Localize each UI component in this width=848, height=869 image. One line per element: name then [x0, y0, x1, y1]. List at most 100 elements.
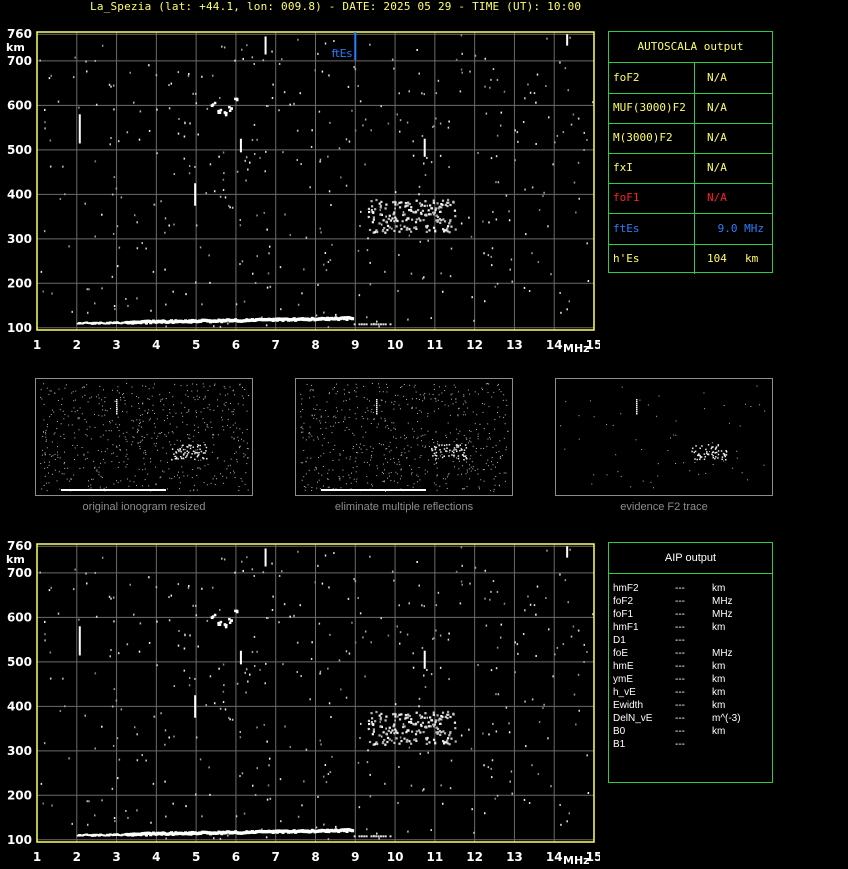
- noise-speck: [535, 142, 537, 145]
- thumb-speck: [71, 410, 73, 412]
- thumb-f-cluster: [711, 446, 713, 448]
- thumb-speck: [217, 457, 219, 459]
- noise-speck: [218, 667, 220, 670]
- noise-speck: [251, 139, 254, 142]
- thumb-speck: [139, 419, 141, 421]
- thumb-speck: [723, 404, 725, 406]
- thumb-speck: [348, 417, 350, 419]
- noise-speck: [49, 651, 52, 654]
- thumbnail-original: [35, 378, 253, 496]
- noise-speck: [340, 176, 342, 179]
- noise-speck: [533, 604, 536, 607]
- noise-speck: [439, 634, 442, 637]
- f-scatter-point: [436, 202, 439, 205]
- thumb-speck: [505, 472, 507, 474]
- thumb-es-trace: [70, 489, 72, 491]
- noise-speck: [408, 90, 411, 93]
- thumb-speck: [165, 435, 167, 437]
- x-tick-label: 5: [192, 850, 200, 864]
- noise-speck: [208, 766, 210, 769]
- thumb-speck: [70, 479, 72, 481]
- trace-fragment: [423, 152, 426, 155]
- thumb-speck: [222, 410, 224, 412]
- noise-speck: [222, 151, 225, 154]
- aip-value: ---: [675, 726, 685, 737]
- noise-speck: [222, 701, 225, 704]
- x-tick-label: 11: [427, 850, 444, 864]
- noise-speck: [86, 800, 88, 803]
- thumb-speck: [203, 408, 205, 410]
- thumb-speck: [159, 394, 161, 396]
- f-trace-point: [210, 616, 214, 619]
- thumb-speck: [480, 448, 482, 450]
- noise-speck: [391, 58, 394, 61]
- noise-speck: [394, 719, 396, 722]
- thumb-speck: [386, 391, 388, 393]
- noise-speck: [459, 90, 462, 93]
- thumb-speck: [207, 407, 209, 409]
- f-scatter-point: [395, 225, 398, 228]
- thumb-speck: [151, 395, 153, 397]
- noise-speck: [282, 663, 284, 666]
- noise-speck: [399, 224, 402, 227]
- noise-speck: [168, 224, 170, 227]
- noise-speck: [568, 300, 571, 303]
- thumb-speck: [354, 460, 356, 462]
- y-tick-label: 200: [7, 276, 32, 290]
- f-scatter-point: [439, 733, 442, 736]
- es-trace-point: [377, 835, 380, 838]
- thumb-speck: [45, 482, 47, 484]
- f-scatter-point: [414, 221, 418, 224]
- noise-speck: [324, 251, 327, 254]
- thumb-speck: [435, 431, 437, 433]
- f-scatter-point: [440, 203, 443, 206]
- noise-speck: [132, 613, 135, 616]
- noise-speck: [108, 595, 111, 598]
- thumb-speck: [350, 482, 352, 484]
- thumb-es-trace: [98, 489, 100, 491]
- noise-speck: [461, 564, 463, 567]
- thumb-speck: [428, 459, 430, 461]
- trace-fragment: [239, 138, 242, 142]
- thumb-speck: [399, 478, 401, 480]
- noise-speck: [183, 157, 186, 160]
- noise-speck: [280, 820, 282, 823]
- noise-speck: [93, 302, 96, 305]
- noise-speck: [49, 139, 52, 142]
- f-scatter-point: [422, 218, 425, 222]
- thumb-speck: [90, 487, 92, 489]
- noise-speck: [559, 291, 561, 294]
- noise-speck: [170, 594, 173, 597]
- thumb-es-trace: [119, 489, 121, 491]
- thumb-speck: [304, 489, 306, 491]
- noise-speck: [189, 634, 191, 637]
- thumb-speck: [657, 463, 659, 465]
- trace-fragment: [264, 555, 267, 558]
- thumb-speck: [469, 458, 471, 460]
- f-scatter-point: [432, 713, 435, 716]
- thumb-speck: [343, 389, 345, 391]
- f-scatter-point: [368, 228, 372, 232]
- noise-speck: [245, 668, 248, 671]
- thumb-speck: [45, 433, 47, 435]
- noise-speck: [136, 297, 138, 300]
- noise-speck: [93, 814, 96, 817]
- f-scatter-point: [415, 199, 418, 202]
- trace-fragment: [78, 116, 81, 120]
- noise-speck: [272, 595, 274, 598]
- thumb-es-trace: [80, 489, 82, 491]
- noise-speck: [40, 782, 43, 785]
- thumb-speck: [479, 488, 481, 490]
- noise-speck: [450, 759, 453, 762]
- f-scatter-point: [394, 715, 397, 718]
- thumb-speck: [332, 416, 334, 418]
- thumb-speck: [490, 468, 492, 470]
- thumb-speck: [207, 463, 209, 465]
- thumb-speck: [379, 391, 381, 393]
- thumb-speck: [482, 411, 484, 413]
- trace-fragment: [194, 185, 197, 188]
- thumb-speck: [507, 430, 509, 432]
- thumb-speck: [59, 409, 61, 411]
- thumb-es-trace: [379, 489, 381, 491]
- noise-speck: [482, 220, 484, 223]
